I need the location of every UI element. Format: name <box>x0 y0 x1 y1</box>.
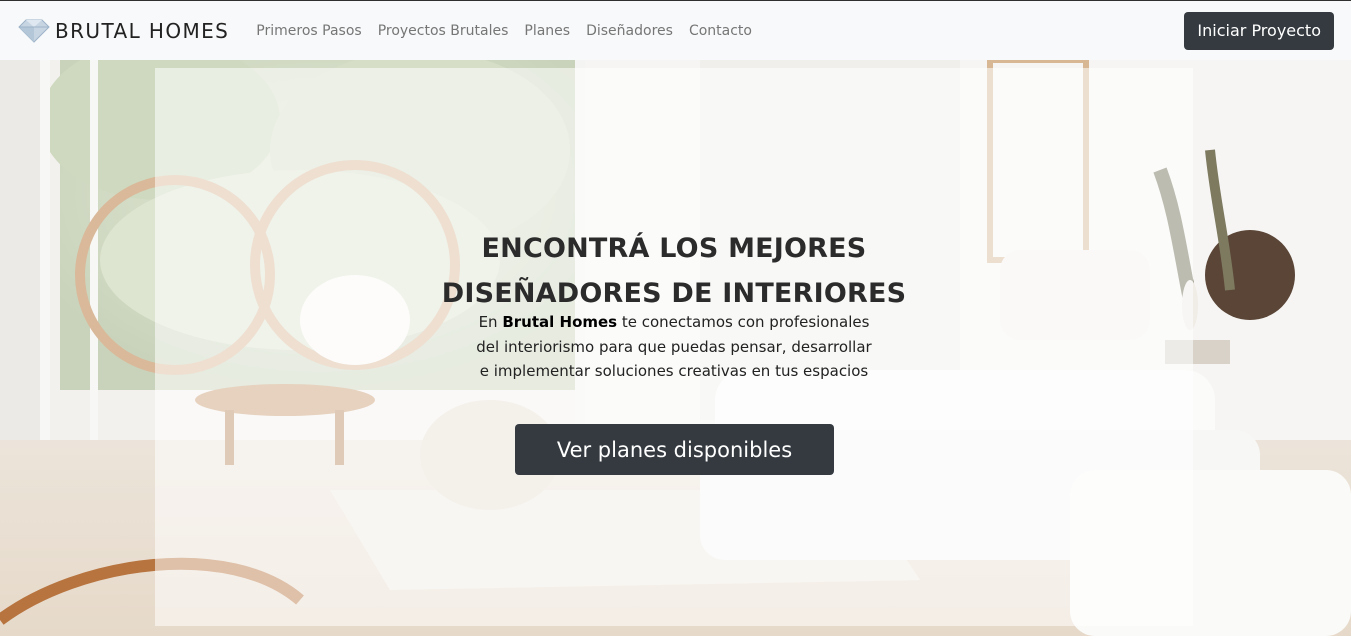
nav-link-primeros-pasos[interactable]: Primeros Pasos <box>256 23 361 39</box>
brand-name: BRUTAL HOMES <box>55 18 230 43</box>
view-plans-button[interactable]: Ver planes disponibles <box>515 424 834 475</box>
navbar: BRUTAL HOMES Primeros Pasos Proyectos Br… <box>0 0 1351 60</box>
nav-link-disenadores[interactable]: Diseñadores <box>586 23 673 39</box>
nav-link-proyectos-brutales[interactable]: Proyectos Brutales <box>378 23 509 39</box>
diamond-icon <box>18 19 50 43</box>
hero-desc-brand: Brutal Homes <box>502 313 618 331</box>
hero-title: ENCONTRÁ LOS MEJORES DISEÑADORES DE INTE… <box>155 226 1193 316</box>
hero-desc-prefix: En <box>478 313 503 331</box>
nav-links: Primeros Pasos Proyectos Brutales Planes… <box>256 23 768 39</box>
hero-desc-line3: e implementar soluciones creativas en tu… <box>479 362 869 380</box>
hero-title-line1: ENCONTRÁ LOS MEJORES <box>481 233 867 264</box>
hero-content: ENCONTRÁ LOS MEJORES DISEÑADORES DE INTE… <box>155 68 1193 626</box>
hero-desc-line1: te conectamos con profesionales <box>617 313 870 331</box>
brand-logo[interactable]: BRUTAL HOMES <box>18 19 229 43</box>
nav-link-planes[interactable]: Planes <box>524 23 570 39</box>
hero-description: En Brutal Homes te conectamos con profes… <box>155 310 1193 384</box>
hero-title-line2: DISEÑADORES DE INTERIORES <box>441 278 907 309</box>
nav-link-contacto[interactable]: Contacto <box>689 23 752 39</box>
start-project-button[interactable]: Iniciar Proyecto <box>1184 11 1334 50</box>
hero-desc-line2: del interiorismo para que puedas pensar,… <box>476 337 872 356</box>
hero-section: ENCONTRÁ LOS MEJORES DISEÑADORES DE INTE… <box>0 60 1351 636</box>
